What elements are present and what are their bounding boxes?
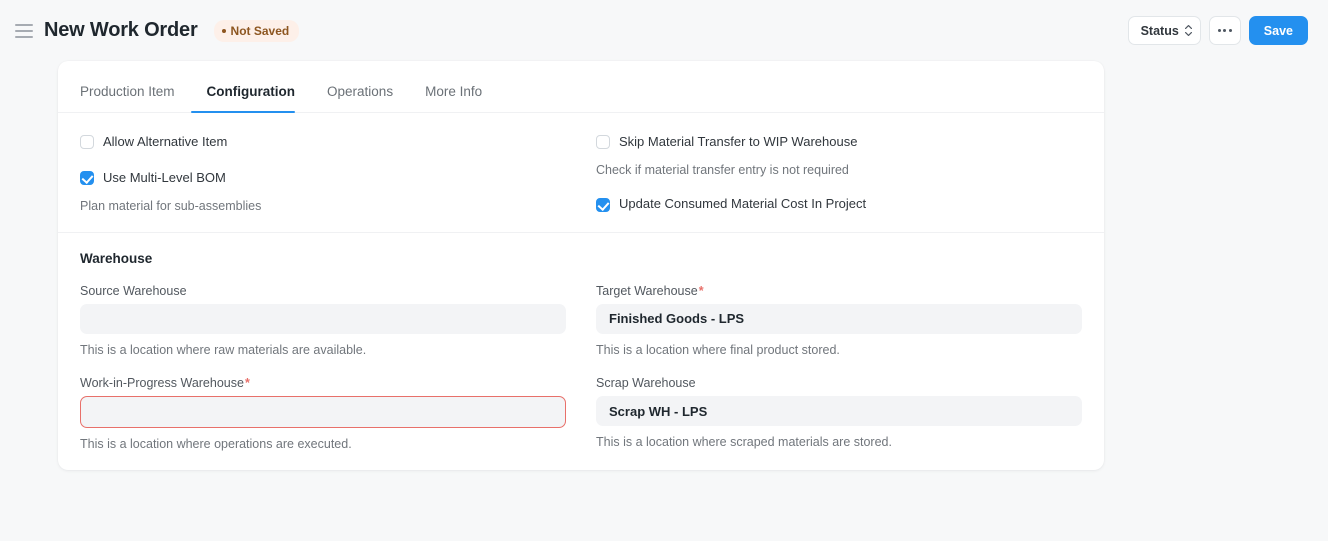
badge-dot-icon — [221, 28, 226, 33]
required-asterisk: * — [698, 283, 704, 298]
status-badge-label: Not Saved — [230, 23, 290, 38]
tab-label: Production Item — [80, 83, 175, 99]
field-wip-warehouse: Work-in-Progress Warehouse* This is a lo… — [80, 376, 566, 454]
scrap-warehouse-input[interactable]: Scrap WH - LPS — [596, 396, 1082, 426]
wip-warehouse-helper: This is a location where operations are … — [80, 437, 352, 451]
save-button-label: Save — [1263, 23, 1293, 38]
tab-label: Operations — [327, 83, 394, 99]
hamburger-line — [15, 29, 33, 32]
warehouse-section-heading: Warehouse — [80, 250, 153, 266]
hamburger-line — [15, 35, 33, 38]
option-use-multi-level-bom: Use Multi-Level BOM Plan material for su… — [80, 167, 566, 216]
scrap-warehouse-helper: This is a location where scraped materia… — [596, 435, 892, 449]
skip-material-transfer-row[interactable]: Skip Material Transfer to WIP Warehouse — [596, 131, 1082, 153]
required-asterisk: * — [244, 376, 250, 390]
field-scrap-warehouse: Scrap Warehouse Scrap WH - LPS This is a… — [596, 376, 1082, 452]
tab-production-item[interactable]: Production Item — [80, 83, 191, 113]
form-card: Production Item Configuration Operations… — [58, 61, 1104, 470]
tab-more-info[interactable]: More Info — [409, 83, 498, 113]
tab-label: More Info — [425, 83, 483, 99]
wip-warehouse-label: Work-in-Progress Warehouse* — [80, 376, 566, 390]
use-multi-level-bom-label: Use Multi-Level BOM — [103, 169, 226, 185]
skip-material-transfer-label: Skip Material Transfer to WIP Warehouse — [619, 133, 858, 149]
allow-alternative-item-row[interactable]: Allow Alternative Item — [80, 131, 566, 153]
status-button-label: Status — [1140, 23, 1179, 38]
allow-alternative-item-checkbox[interactable] — [80, 135, 94, 149]
chevron-up-down-icon — [1184, 25, 1192, 36]
ellipsis-dot — [1223, 29, 1227, 32]
hamburger-line — [15, 23, 33, 26]
skip-material-transfer-checkbox[interactable] — [596, 135, 610, 149]
tab-operations[interactable]: Operations — [311, 83, 409, 113]
app-header: New Work Order Not Saved Status Save — [0, 0, 1328, 61]
allow-alternative-item-label: Allow Alternative Item — [103, 133, 228, 149]
status-badge: Not Saved — [213, 19, 300, 42]
ellipsis-icon — [1217, 29, 1232, 32]
source-warehouse-input[interactable] — [80, 303, 566, 334]
ellipsis-dot — [1217, 29, 1221, 32]
scrap-warehouse-label-text: Scrap Warehouse — [596, 376, 696, 390]
option-skip-material-transfer: Skip Material Transfer to WIP Warehouse … — [596, 131, 1082, 180]
field-source-warehouse: Source Warehouse This is a location wher… — [80, 284, 566, 360]
tab-label: Configuration — [206, 83, 296, 99]
target-warehouse-label: Target Warehouse* — [596, 284, 1082, 298]
scrap-warehouse-label: Scrap Warehouse — [596, 376, 1082, 390]
status-button[interactable]: Status — [1127, 16, 1201, 45]
target-warehouse-helper: This is a location where final product s… — [596, 342, 840, 357]
source-warehouse-helper: This is a location where raw materials a… — [80, 342, 367, 357]
wip-warehouse-label-text: Work-in-Progress Warehouse — [80, 376, 244, 390]
update-consumed-material-cost-row[interactable]: Update Consumed Material Cost In Project — [596, 194, 1082, 216]
more-options-button[interactable] — [1208, 16, 1241, 45]
option-allow-alternative-item: Allow Alternative Item — [80, 131, 566, 153]
target-warehouse-input[interactable]: Finished Goods - LPS — [596, 303, 1082, 334]
source-warehouse-label-text: Source Warehouse — [80, 283, 187, 298]
ellipsis-dot — [1228, 29, 1232, 32]
header-actions: Status Save — [1127, 16, 1308, 45]
update-consumed-material-cost-checkbox[interactable] — [596, 197, 610, 212]
options-section: Allow Alternative Item Use Multi-Level B… — [58, 113, 1104, 232]
option-update-consumed-material-cost: Update Consumed Material Cost In Project — [596, 194, 1082, 216]
skip-material-transfer-helper: Check if material transfer entry is not … — [596, 163, 849, 177]
warehouse-grid: Source Warehouse This is a location wher… — [80, 284, 1082, 454]
options-grid: Allow Alternative Item Use Multi-Level B… — [80, 131, 1082, 216]
target-warehouse-label-text: Target Warehouse — [596, 283, 698, 298]
wip-warehouse-input[interactable] — [80, 396, 566, 428]
field-target-warehouse: Target Warehouse* Finished Goods - LPS T… — [596, 284, 1082, 360]
page-title: New Work Order — [44, 19, 198, 41]
tab-bar: Production Item Configuration Operations… — [58, 61, 1104, 113]
use-multi-level-bom-checkbox[interactable] — [80, 171, 94, 185]
use-multi-level-bom-helper: Plan material for sub-assemblies — [80, 199, 262, 213]
hamburger-icon[interactable] — [10, 17, 38, 45]
source-warehouse-label: Source Warehouse — [80, 284, 566, 298]
use-multi-level-bom-row[interactable]: Use Multi-Level BOM — [80, 167, 566, 189]
warehouse-section: Warehouse Source Warehouse This is a loc… — [58, 231, 1104, 470]
tab-configuration[interactable]: Configuration — [190, 83, 311, 113]
update-consumed-material-cost-label: Update Consumed Material Cost In Project — [619, 196, 867, 212]
save-button[interactable]: Save — [1248, 16, 1308, 45]
options-column-left: Allow Alternative Item Use Multi-Level B… — [80, 131, 566, 216]
warehouse-column-left: Source Warehouse This is a location wher… — [80, 284, 566, 454]
content-area: Production Item Configuration Operations… — [0, 61, 1328, 470]
warehouse-column-right: Target Warehouse* Finished Goods - LPS T… — [596, 284, 1082, 454]
options-column-right: Skip Material Transfer to WIP Warehouse … — [596, 131, 1082, 216]
